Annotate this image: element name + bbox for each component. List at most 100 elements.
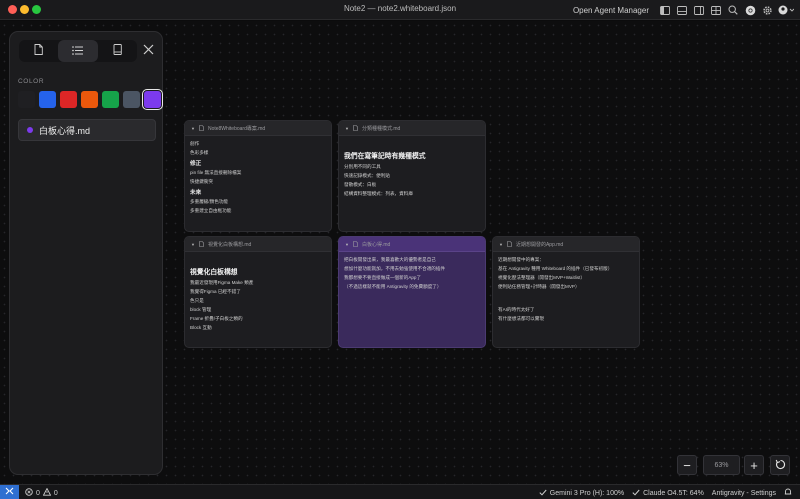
gear-icon[interactable] xyxy=(761,4,773,16)
tab-book[interactable] xyxy=(98,40,137,62)
collapse-caret-icon[interactable]: ▼ xyxy=(345,126,349,131)
note-header[interactable]: ▼ 視覺化白板構想.md xyxy=(185,237,331,252)
note-title: 視覺化白板構想.md xyxy=(207,241,252,248)
note-header[interactable]: ▼ 近期想開發的App.md xyxy=(493,237,639,252)
error-icon xyxy=(25,488,33,498)
collapse-caret-icon[interactable]: ▼ xyxy=(191,126,195,131)
note-line: 發散模式：白板 xyxy=(344,182,377,187)
color-swatch[interactable] xyxy=(102,91,119,108)
claude-quota-label: Claude O4.5T: 64% xyxy=(643,489,704,497)
color-swatch[interactable] xyxy=(60,91,77,108)
search-icon[interactable] xyxy=(727,4,739,16)
gemini-quota[interactable]: Gemini 3 Pro (H): 100% xyxy=(539,489,624,498)
document-icon xyxy=(199,241,204,247)
file-list-item[interactable]: 白板心得.md xyxy=(18,119,156,141)
antigravity-settings-link[interactable]: Antigravity - Settings xyxy=(712,490,776,497)
collapse-caret-icon[interactable]: ▼ xyxy=(499,242,503,247)
panel-tabs xyxy=(19,40,137,62)
reset-icon xyxy=(775,459,786,472)
minus-icon: − xyxy=(683,457,691,473)
status-bar: 0 0 Gemini 3 Pro (H): 100% Claude O4.5T:… xyxy=(0,484,800,499)
note-line: 創作 xyxy=(190,141,200,146)
color-swatch[interactable] xyxy=(81,91,98,108)
color-section-label: COLOR xyxy=(18,78,45,85)
remote-indicator[interactable] xyxy=(0,485,19,499)
note-line: 結構資料整理模式：列表，資料庫 xyxy=(344,191,413,196)
claude-quota[interactable]: Claude O4.5T: 64% xyxy=(632,489,704,498)
document-icon xyxy=(507,241,512,247)
document-icon xyxy=(353,125,358,131)
color-swatch[interactable] xyxy=(18,91,35,108)
note-heading: 未來 xyxy=(190,190,202,196)
zoom-window-button[interactable] xyxy=(32,5,41,14)
collapse-caret-icon[interactable]: ▼ xyxy=(345,242,349,247)
window-title: Note2 — note2.whiteboard.json xyxy=(343,4,457,13)
note-title: 白板心得.md xyxy=(361,241,391,248)
note-line: 便利貼任務管理+計時器（開發出MVP） xyxy=(498,284,580,289)
tab-list[interactable] xyxy=(58,40,98,62)
file-color-dot xyxy=(27,127,33,133)
note-header[interactable]: ▼ 分類種種模式.md xyxy=(339,121,485,136)
check-icon xyxy=(632,489,640,498)
close-icon xyxy=(143,42,154,60)
file-icon xyxy=(34,42,43,60)
problems-indicator[interactable]: 0 0 xyxy=(25,487,58,498)
layout-panel-icon[interactable] xyxy=(676,4,688,16)
notifications-bell[interactable] xyxy=(784,488,792,498)
document-icon xyxy=(199,125,204,131)
note-spacer xyxy=(498,293,634,300)
error-count: 0 xyxy=(36,489,40,497)
color-swatch[interactable] xyxy=(123,91,140,108)
note-line: block 管理 xyxy=(190,307,212,312)
remote-icon xyxy=(5,487,14,497)
note-line: 有AI的時代太好了 xyxy=(498,307,535,312)
note-line: pin file 無法直接刪除檔案 xyxy=(190,170,242,175)
reset-view-button[interactable] xyxy=(770,455,790,475)
note-card[interactable]: ▼ 白板心得.md 把白板開發出來，我最喜歡大的優勢者是自己 想加什麼功能就加，不用去… xyxy=(338,236,486,348)
layout-sidebar-right-icon[interactable] xyxy=(693,4,705,16)
color-swatch[interactable] xyxy=(39,91,56,108)
zoom-out-button[interactable]: − xyxy=(677,455,697,475)
warning-count: 0 xyxy=(53,489,58,497)
zoom-in-button[interactable]: + xyxy=(744,455,764,475)
note-line: Block 互動 xyxy=(190,325,212,330)
browser-icon[interactable] xyxy=(744,4,756,16)
note-header[interactable]: ▼ 白板心得.md xyxy=(339,237,485,252)
note-body[interactable]: 我們在寫筆記時有幾種模式 分別用不同的工具 快速記錄模式：便利貼 發散模式：白板 結構資… xyxy=(339,136,485,197)
note-heading: 視覺化白板構想 xyxy=(190,269,238,276)
note-line: 有什麼想法都可以實現 xyxy=(498,316,544,321)
note-card[interactable]: ▼ 分類種種模式.md 我們在寫筆記時有幾種模式 分別用不同的工具 快速記錄模式：便利貼… xyxy=(338,120,486,232)
bell-icon xyxy=(784,488,792,498)
note-line: 分別用不同的工具 xyxy=(344,164,381,169)
note-line: 近期想開發中的專案： xyxy=(498,257,544,262)
note-spacer xyxy=(190,257,326,264)
note-line: 視覺化歷法整理器（開發出MVP+Waitlist） xyxy=(498,275,585,280)
open-agent-manager-link[interactable]: Open Agent Manager xyxy=(573,6,649,15)
note-body[interactable]: 視覺化白板構想 我最近發現用Figma Make 類產 我覺得Figma 已經不錯了… xyxy=(185,252,331,331)
note-body[interactable]: 把白板開發出來，我最喜歡大的優勢者是自己 想加什麼功能就加，不用去勉強使用不合適的… xyxy=(339,252,485,290)
layout-grid-icon[interactable] xyxy=(710,4,722,16)
note-line: 多重層級/顏色功能 xyxy=(190,199,229,204)
file-list-item-label: 白板心得.md xyxy=(39,125,91,136)
note-card[interactable]: ▼ 近期想開發的App.md 近期想開發中的專案： 基在 Antigravity 種用… xyxy=(492,236,640,348)
title-bar: Note2 — note2.whiteboard.json Open Agent… xyxy=(0,0,800,20)
note-line: 想加什麼功能就加，不用去勉強使用不合適的插件 xyxy=(344,266,446,271)
tab-file[interactable] xyxy=(19,40,58,62)
note-line: 快速記錄模式：便利貼 xyxy=(344,173,390,178)
layout-sidebar-left-icon[interactable] xyxy=(659,4,671,16)
note-title: 近期想開發的App.md xyxy=(515,241,564,248)
note-line: Frame 折疊/子白板之類的 xyxy=(190,316,243,321)
color-swatch[interactable] xyxy=(142,89,163,110)
note-card[interactable]: ▼ 視覺化白板構想.md 視覺化白板構想 我最近發現用Figma Make 類產 我覺得… xyxy=(184,236,332,348)
note-body[interactable]: 近期想開發中的專案： 基在 Antigravity 種用 Whiteboard 的… xyxy=(493,252,639,322)
account-icon[interactable] xyxy=(778,4,794,16)
close-panel-button[interactable] xyxy=(140,42,156,60)
note-header[interactable]: ▼ Note8Whiteboard專案.md xyxy=(185,121,331,136)
note-card[interactable]: ▼ Note8Whiteboard專案.md 創作 色彩多樣 修正 pin file 無法… xyxy=(184,120,332,232)
collapse-caret-icon[interactable]: ▼ xyxy=(191,242,195,247)
gemini-quota-label: Gemini 3 Pro (H): 100% xyxy=(549,489,625,497)
document-icon xyxy=(353,241,358,247)
close-window-button[interactable] xyxy=(8,5,17,14)
note-body[interactable]: 創作 色彩多樣 修正 pin file 無法直接刪除檔案 快捷鍵衝突 未來 多重層級/顏色功… xyxy=(185,136,331,214)
minimize-window-button[interactable] xyxy=(20,5,29,14)
